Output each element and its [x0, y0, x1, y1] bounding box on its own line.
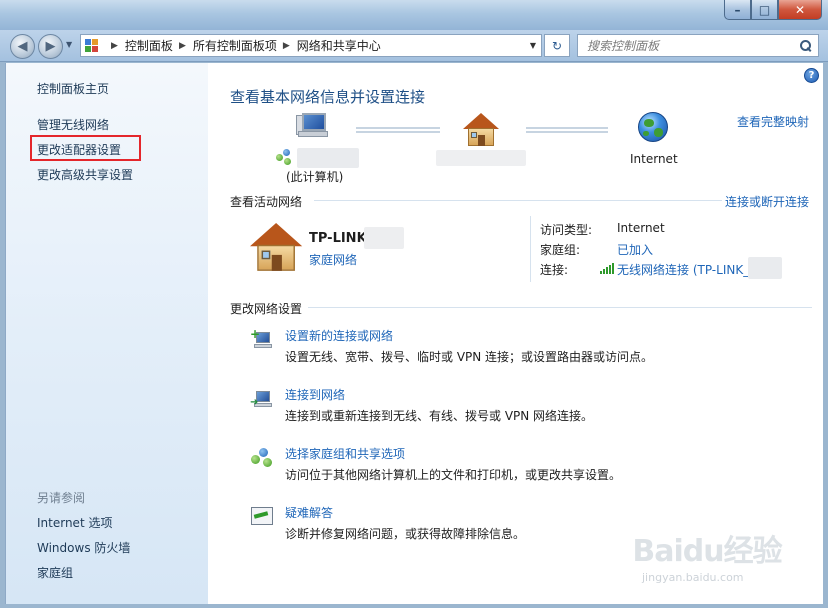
search-input[interactable] [587, 38, 800, 53]
breadcrumb-separator-icon: ▶ [111, 40, 118, 51]
new-connection-icon: + [250, 328, 274, 351]
address-dropdown-icon[interactable]: ▼ [525, 35, 541, 56]
redacted-network-name [436, 150, 526, 166]
this-computer-label: (此计算机) [286, 170, 344, 184]
active-network-house-icon [250, 223, 303, 272]
help-icon[interactable]: ? [804, 68, 819, 83]
connect-disconnect-link[interactable]: 连接或断开连接 [725, 193, 809, 210]
refresh-icon: ↻ [551, 38, 563, 53]
title-bar: – □ ✕ [0, 0, 828, 30]
search-box[interactable] [577, 34, 819, 57]
home-network-icon [463, 113, 499, 147]
troubleshoot-icon [250, 506, 274, 528]
active-networks-heading: 查看活动网络 [230, 195, 303, 209]
map-connector-line [526, 127, 608, 129]
change-settings-heading: 更改网络设置 [230, 302, 303, 316]
internet-label: Internet [630, 152, 678, 166]
see-also-homegroup[interactable]: 家庭组 [37, 564, 73, 581]
map-connector-line [356, 131, 440, 133]
connect-network-desc: 连接到或重新连接到无线、有线、拨号或 VPN 网络连接。 [285, 409, 594, 423]
setup-connection-desc: 设置无线、宽带、拨号、临时或 VPN 连接；或设置路由器或访问点。 [285, 350, 654, 364]
window-controls: – □ ✕ [724, 0, 822, 20]
refresh-button[interactable]: ↻ [544, 34, 570, 57]
search-icon[interactable] [800, 39, 812, 52]
see-also-windows-firewall[interactable]: Windows 防火墙 [37, 539, 130, 556]
control-panel-icon [85, 38, 99, 53]
back-arrow-icon: ◀ [17, 39, 28, 54]
highlight-annotation-box [30, 135, 141, 161]
see-also-heading: 另请参阅 [37, 491, 86, 505]
redacted-ssid [364, 227, 404, 249]
sidebar-item-manage-wireless[interactable]: 管理无线网络 [37, 116, 109, 133]
address-bar[interactable]: ▶ 控制面板 ▶ 所有控制面板项 ▶ 网络和共享中心 ▼ [80, 34, 542, 57]
forward-button[interactable]: ▶ [38, 34, 63, 59]
maximize-button[interactable]: □ [751, 0, 778, 20]
breadcrumb-network-center[interactable]: 网络和共享中心 [297, 37, 381, 54]
network-nodes-icon [276, 149, 292, 165]
computer-icon [296, 113, 330, 141]
setup-connection-link[interactable]: 设置新的连接或网络 [285, 327, 393, 344]
watermark-url: jingyan.baidu.com [642, 571, 744, 584]
connection-label: 连接: [540, 263, 569, 277]
homegroup-joined-link[interactable]: 已加入 [617, 241, 653, 258]
homegroup-label: 家庭组: [540, 243, 581, 257]
network-type-link[interactable]: 家庭网络 [309, 251, 357, 268]
internet-globe-icon [638, 112, 668, 142]
see-also-internet-options[interactable]: Internet 选项 [37, 514, 112, 531]
section-divider [314, 200, 722, 201]
breadcrumb-separator-icon[interactable]: ▶ [283, 41, 290, 51]
baidu-watermark: Baidu经验 jingyan.baidu.com [632, 527, 782, 597]
back-button[interactable]: ◀ [10, 34, 35, 59]
section-divider [308, 307, 812, 308]
navigation-bar: ◀ ▶ ▼ ▶ 控制面板 ▶ 所有控制面板项 ▶ 网络和共享中心 ▼ ↻ [0, 30, 828, 62]
homegroup-sharing-link[interactable]: 选择家庭组和共享选项 [285, 445, 405, 462]
sidebar-item-control-panel-home[interactable]: 控制面板主页 [37, 80, 109, 97]
troubleshoot-link[interactable]: 疑难解答 [285, 504, 333, 521]
map-connector-line [356, 127, 440, 129]
breadcrumb-control-panel[interactable]: 控制面板 [125, 37, 173, 54]
sidebar-item-advanced-sharing[interactable]: 更改高级共享设置 [37, 166, 133, 183]
redacted-connection-name [748, 257, 782, 279]
recent-pages-dropdown-icon[interactable]: ▼ [66, 40, 72, 49]
wireless-signal-icon [600, 263, 614, 274]
connect-network-icon: ➜ [250, 388, 274, 410]
close-button[interactable]: ✕ [778, 0, 822, 20]
page-title: 查看基本网络信息并设置连接 [230, 88, 426, 106]
access-type-label: 访问类型: [540, 223, 593, 237]
connect-network-link[interactable]: 连接到网络 [285, 386, 345, 403]
access-type-value: Internet [617, 221, 665, 235]
view-full-map-link[interactable]: 查看完整映射 [737, 113, 809, 130]
redacted-computer-name [297, 148, 359, 168]
homegroup-sharing-desc: 访问位于其他网络计算机上的文件和打印机，或更改共享设置。 [285, 468, 622, 482]
troubleshoot-desc: 诊断并修复网络问题，或获得故障排除信息。 [285, 527, 526, 541]
sidebar: 控制面板主页 管理无线网络 更改适配器设置 更改高级共享设置 另请参阅 Inte… [5, 63, 208, 604]
minimize-button[interactable]: – [724, 0, 751, 20]
homegroup-icon [250, 447, 274, 469]
forward-arrow-icon: ▶ [45, 39, 56, 54]
watermark-logo: Baidu经验 [632, 534, 782, 569]
breadcrumb-all-items[interactable]: 所有控制面板项 [193, 37, 277, 54]
vertical-divider [530, 216, 531, 282]
main-content: ? 查看基本网络信息并设置连接 查看完整映射 (此计算机) Internet 查… [208, 63, 823, 604]
wireless-connection-link[interactable]: 无线网络连接 (TP-LINK_ [617, 261, 749, 278]
map-connector-line [526, 131, 608, 133]
breadcrumb-separator-icon[interactable]: ▶ [179, 41, 186, 51]
